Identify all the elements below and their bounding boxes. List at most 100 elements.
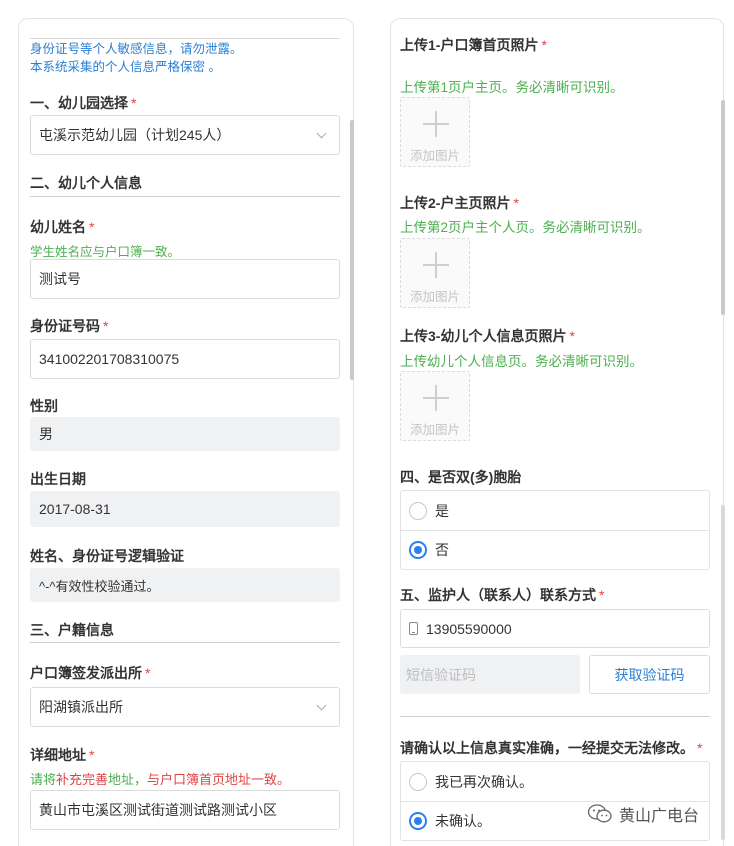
- address-hint-emphasis: 与户口簿首页地址一致。: [147, 772, 291, 787]
- id-number-label-text: 身份证号码: [30, 318, 100, 334]
- guardian-phone-input[interactable]: 13905590000: [400, 609, 710, 648]
- required-mark: *: [569, 328, 575, 344]
- radio-checked-icon: [409, 541, 427, 559]
- police-station-value: 阳湖镇派出所: [39, 699, 123, 715]
- confirm-label-text: 请确认以上信息真实准确，一经提交无法修改。: [400, 740, 694, 756]
- address-value: 黄山市屯溪区测试街道测试路测试小区: [39, 802, 277, 818]
- add-image-text: 添加图片: [409, 290, 460, 304]
- upload3-label-text: 上传3-幼儿个人信息页照片: [400, 328, 567, 344]
- upload2-hint: 上传第2页户主个人页。务必清晰可识别。: [400, 220, 651, 235]
- address-hint-part: 地址，: [108, 772, 148, 787]
- top-divider: [30, 38, 340, 39]
- right-form-panel: 上传1-户口簿首页照片 * 上传第1页户主页。务必清晰可识别。 添加图片 上传2-…: [390, 18, 724, 846]
- gender-label: 性别: [30, 398, 58, 414]
- guardian-contact-label-text: 五、监护人（联系人）联系方式: [400, 587, 596, 603]
- upload1-label: 上传1-户口簿首页照片 *: [400, 35, 547, 55]
- plus-icon: [435, 385, 437, 411]
- required-mark: *: [513, 195, 519, 211]
- required-mark: *: [145, 665, 151, 681]
- right-scrollbar-track: [721, 505, 725, 840]
- twins-yes-label: 是: [435, 502, 449, 519]
- wechat-logo-icon: [587, 804, 612, 823]
- verify-label: 姓名、身份证号逻辑验证: [30, 548, 184, 564]
- upload3-add-image-button[interactable]: 添加图片: [400, 371, 470, 441]
- chevron-down-icon: [316, 128, 327, 138]
- section-divider: [30, 642, 340, 643]
- police-station-select[interactable]: 阳湖镇派出所: [30, 687, 340, 727]
- confirm-no-label: 未确认。: [435, 813, 491, 829]
- birth-date-value: 2017-08-31: [39, 501, 111, 517]
- radio-checked-icon: [409, 812, 427, 830]
- add-image-text: 添加图片: [409, 149, 460, 163]
- birth-date-label: 出生日期: [30, 471, 86, 487]
- kindergarten-select[interactable]: 屯溪示范幼儿园（计划245人）: [30, 115, 340, 155]
- gender-field: 男: [30, 417, 340, 451]
- child-name-input[interactable]: 测试号: [30, 259, 340, 299]
- address-input[interactable]: 黄山市屯溪区测试街道测试路测试小区: [30, 790, 340, 830]
- upload3-hint: 上传幼儿个人信息页。务必清晰可识别。: [400, 354, 643, 369]
- gender-value: 男: [39, 426, 53, 442]
- child-name-label-text: 幼儿姓名: [30, 219, 86, 235]
- confirm-radio-group: 我已再次确认。 未确认。: [400, 761, 710, 841]
- upload1-hint: 上传第1页户主页。务必清晰可识别。: [400, 80, 624, 95]
- confirm-yes-label: 我已再次确认。: [435, 773, 533, 790]
- left-scrollbar[interactable]: [350, 120, 354, 380]
- required-mark: *: [89, 219, 95, 235]
- twins-section-title: 四、是否双(多)胞胎: [400, 469, 522, 485]
- upload1-add-image-button[interactable]: 添加图片: [400, 97, 470, 167]
- twins-no-label: 否: [435, 542, 449, 558]
- twins-no-option[interactable]: 否: [401, 530, 709, 569]
- section-child-info-title: 二、幼儿个人信息: [30, 175, 142, 191]
- get-sms-code-button[interactable]: 获取验证码: [589, 655, 710, 694]
- watermark: 黄山广电台: [587, 802, 699, 826]
- twins-yes-option[interactable]: 是: [401, 491, 709, 530]
- sms-code-input[interactable]: 短信验证码: [400, 655, 580, 694]
- kindergarten-select-value: 屯溪示范幼儿园（计划245人）: [39, 127, 231, 143]
- address-hint: 请将补充完善地址，与户口簿首页地址一致。: [30, 769, 290, 788]
- upload3-label: 上传3-幼儿个人信息页照片 *: [400, 326, 575, 346]
- police-station-label-text: 户口簿签发派出所: [30, 665, 142, 681]
- section-kindergarten-title: 一、幼儿园选择 *: [30, 93, 136, 113]
- address-label: 详细地址 *: [30, 745, 94, 765]
- plus-icon: [435, 252, 437, 278]
- child-name-hint: 学生姓名应与户口簿一致。: [30, 245, 181, 259]
- confirm-label: 请确认以上信息真实准确，一经提交无法修改。 *: [400, 738, 702, 758]
- guardian-phone-value: 13905590000: [426, 620, 512, 637]
- police-station-label: 户口簿签发派出所 *: [30, 663, 150, 683]
- required-mark: *: [599, 587, 605, 603]
- id-number-label: 身份证号码 *: [30, 316, 108, 336]
- address-label-text: 详细地址: [30, 747, 86, 763]
- confirm-yes-option[interactable]: 我已再次确认。: [401, 762, 709, 801]
- section-household-title: 三、户籍信息: [30, 622, 114, 638]
- phone-icon: [409, 622, 418, 635]
- address-hint-part: 请将: [30, 772, 57, 787]
- id-number-value: 341002201708310075: [39, 351, 180, 367]
- child-name-value: 测试号: [39, 271, 81, 287]
- required-mark: *: [103, 318, 109, 334]
- required-mark: *: [541, 37, 547, 53]
- watermark-text: 黄山广电台: [619, 808, 700, 825]
- sms-code-placeholder: 短信验证码: [406, 666, 476, 683]
- upload2-label: 上传2-户主页照片 *: [400, 193, 519, 213]
- radio-unchecked-icon: [409, 772, 427, 791]
- section-divider: [400, 716, 710, 717]
- upload2-add-image-button[interactable]: 添加图片: [400, 238, 470, 308]
- verify-field: ^-^有效性校验通过。: [30, 568, 340, 602]
- chevron-down-icon: [316, 700, 327, 710]
- address-hint-emphasis: 补充完善: [56, 772, 109, 787]
- upload2-label-text: 上传2-户主页照片: [400, 195, 511, 211]
- id-number-input[interactable]: 341002201708310075: [30, 339, 340, 379]
- verify-value: ^-^有效性校验通过。: [39, 578, 160, 594]
- radio-unchecked-icon: [409, 501, 427, 520]
- guardian-contact-label: 五、监护人（联系人）联系方式 *: [400, 585, 604, 605]
- section-kindergarten-text: 一、幼儿园选择: [30, 95, 128, 111]
- required-mark: *: [89, 747, 95, 763]
- birth-date-field: 2017-08-31: [30, 491, 340, 527]
- child-name-label: 幼儿姓名 *: [30, 217, 94, 237]
- right-scrollbar[interactable]: [721, 100, 725, 315]
- left-form-panel: 身份证号等个人敏感信息，请勿泄露。 本系统采集的个人信息严格保密 。 一、幼儿园…: [18, 18, 354, 846]
- required-mark: *: [131, 95, 137, 111]
- upload1-label-text: 上传1-户口簿首页照片: [400, 37, 539, 53]
- twins-radio-group: 是 否: [400, 490, 710, 570]
- section-divider: [30, 196, 340, 197]
